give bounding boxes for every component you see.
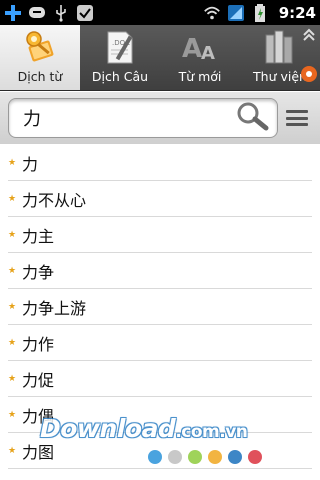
search-input[interactable] — [23, 107, 235, 129]
word-text: 力争 — [22, 262, 55, 282]
star-icon: ★ — [8, 337, 17, 348]
double-chevron-up-icon[interactable] — [302, 27, 316, 46]
tab-tu-moi[interactable]: A A Từ mới — [160, 25, 240, 90]
font-aa-icon: A A — [180, 29, 220, 65]
search-box — [8, 98, 278, 138]
search-icon[interactable] — [235, 101, 269, 135]
clock: 9:24 — [278, 3, 316, 22]
list-item[interactable]: ★ 力不从心 — [8, 181, 312, 217]
word-text: 力图 — [22, 442, 55, 462]
status-bar: 9:24 — [0, 0, 320, 25]
list-item[interactable]: ★ 力主 — [8, 217, 312, 253]
message-icon — [28, 4, 46, 22]
star-icon: ★ — [8, 229, 17, 240]
check-icon — [76, 4, 94, 22]
add-icon — [4, 4, 22, 22]
tab-dich-cau[interactable]: .DOC Dịch Câu — [80, 25, 160, 90]
star-icon: ★ — [8, 193, 17, 204]
word-text: 力不从心 — [22, 190, 87, 210]
list-item[interactable]: ★ 力 — [8, 145, 312, 181]
svg-text:A: A — [182, 34, 202, 64]
word-text: 力促 — [22, 370, 55, 390]
star-icon: ★ — [8, 445, 17, 456]
signal-icon — [227, 4, 245, 22]
word-text: 力作 — [22, 334, 55, 354]
tab-scroll[interactable] — [298, 25, 320, 90]
dot — [208, 450, 222, 464]
tab-bar: Dịch từ .DOC Dịch Câu A A Từ mới Thư việ… — [0, 25, 320, 91]
menu-icon[interactable] — [286, 107, 308, 129]
dictionary-key-icon — [20, 29, 60, 65]
list-item[interactable]: ★ 力争上游 — [8, 289, 312, 325]
star-icon: ★ — [8, 301, 17, 312]
svg-text:A: A — [201, 43, 215, 64]
word-text: 力主 — [22, 226, 55, 246]
list-item[interactable]: ★ 力作 — [8, 325, 312, 361]
dot — [188, 450, 202, 464]
tab-label: Dịch từ — [17, 69, 63, 84]
star-icon: ★ — [8, 157, 17, 168]
tab-label: Từ mới — [178, 69, 222, 84]
dot — [148, 450, 162, 464]
dot — [168, 450, 182, 464]
wifi-icon — [203, 4, 221, 22]
usb-icon — [52, 4, 70, 22]
word-text: 力争上游 — [22, 298, 87, 318]
gear-icon[interactable] — [300, 65, 318, 87]
battery-icon — [251, 3, 269, 22]
dot — [228, 450, 242, 464]
list-item[interactable]: ★ 力偶 — [8, 397, 312, 433]
watermark-dots — [148, 450, 262, 464]
dot — [248, 450, 262, 464]
word-text: 力偶 — [22, 406, 55, 426]
star-icon: ★ — [8, 409, 17, 420]
word-text: 力 — [22, 154, 39, 174]
star-icon: ★ — [8, 265, 17, 276]
word-list: ★ 力 ★ 力不从心 ★ 力主 ★ 力争 ★ 力争上游 ★ 力作 ★ 力促 ★ … — [0, 145, 320, 480]
star-icon: ★ — [8, 373, 17, 384]
document-pencil-icon: .DOC — [100, 29, 140, 65]
tab-dich-tu[interactable]: Dịch từ — [0, 25, 80, 90]
search-row — [0, 92, 320, 144]
list-item[interactable]: ★ 力争 — [8, 253, 312, 289]
list-item[interactable]: ★ 力促 — [8, 361, 312, 397]
books-icon — [260, 29, 300, 65]
tab-label: Dịch Câu — [91, 69, 149, 84]
